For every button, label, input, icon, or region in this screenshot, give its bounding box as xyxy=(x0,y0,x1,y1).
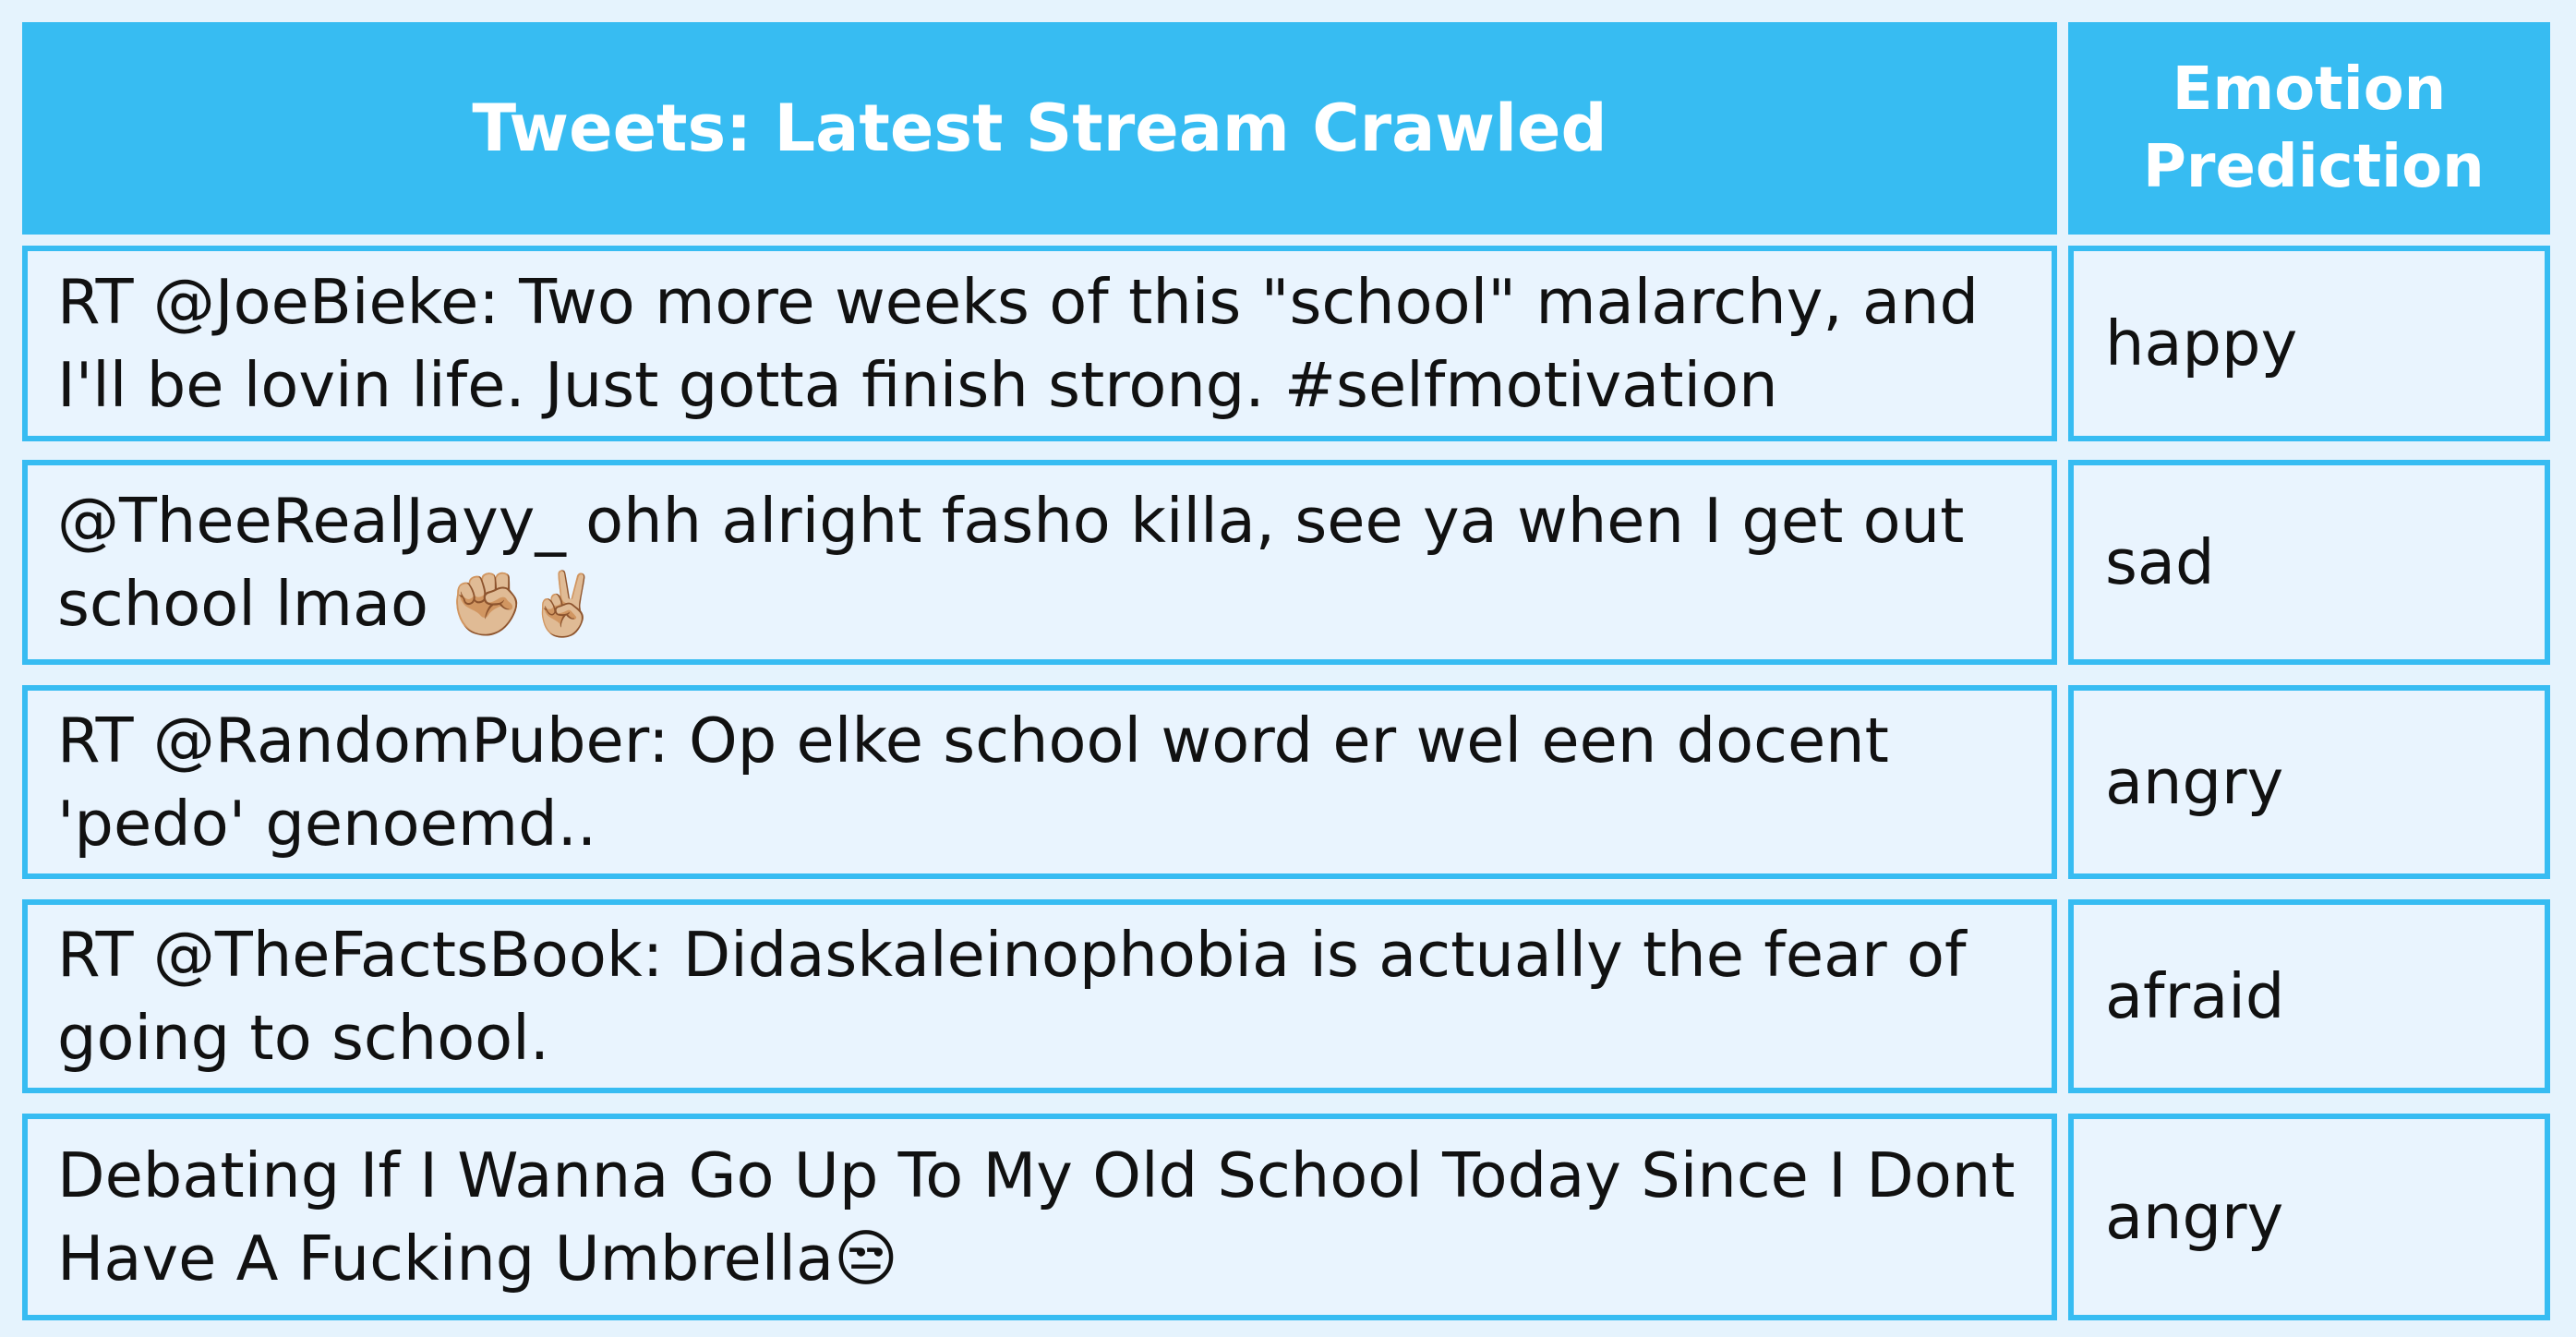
emotion-label: sad xyxy=(2105,526,2215,598)
emotion-cell: happy xyxy=(2068,246,2550,441)
tweet-cell: RT @TheFactsBook: Didaskaleinophobia is … xyxy=(22,899,2057,1093)
tweet-text: RT @RandomPuber: Op elke school word er … xyxy=(57,705,1889,860)
tweets-column-header-label: Tweets: Latest Stream Crawled xyxy=(472,90,1607,166)
emotion-cell: afraid xyxy=(2068,899,2550,1093)
tweet-text: @TheeRealJayy_ ohh alright fasho killa, … xyxy=(57,485,1965,640)
emotion-cell: sad xyxy=(2068,460,2550,665)
emotion-label: happy xyxy=(2105,307,2298,379)
emotion-column-header: Emotion Prediction xyxy=(2068,22,2550,235)
emotion-label: angry xyxy=(2105,746,2284,818)
tweets-column-header: Tweets: Latest Stream Crawled xyxy=(22,22,2057,235)
tweet-cell: RT @RandomPuber: Op elke school word er … xyxy=(22,685,2057,879)
tweet-text: RT @JoeBieke: Two more weeks of this "sc… xyxy=(57,266,1980,421)
emotion-label: afraid xyxy=(2105,960,2285,1032)
emotion-label: angry xyxy=(2105,1181,2284,1253)
emotion-cell: angry xyxy=(2068,685,2550,879)
tweet-cell: Debating If I Wanna Go Up To My Old Scho… xyxy=(22,1114,2057,1320)
tweet-text: Debating If I Wanna Go Up To My Old Scho… xyxy=(57,1139,2016,1295)
emotion-cell: angry xyxy=(2068,1114,2550,1320)
tweet-cell: RT @JoeBieke: Two more weeks of this "sc… xyxy=(22,246,2057,441)
emotion-column-header-label: Emotion Prediction xyxy=(2143,55,2485,201)
tweet-cell: @TheeRealJayy_ ohh alright fasho killa, … xyxy=(22,460,2057,665)
tweet-emotion-table: Tweets: Latest Stream Crawled Emotion Pr… xyxy=(0,0,2576,1337)
tweet-text: RT @TheFactsBook: Didaskaleinophobia is … xyxy=(57,919,1967,1074)
